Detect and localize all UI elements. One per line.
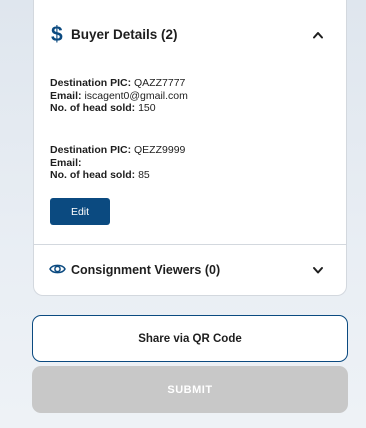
- destination-pic-value: QAZZ7777: [134, 77, 186, 89]
- consignment-viewers-title: Consignment Viewers (0): [71, 263, 221, 277]
- consignment-details-card: $ Buyer Details (2) Destination PIC: QAZ…: [33, 0, 347, 296]
- destination-pic-row: Destination PIC: QAZZ7777: [50, 77, 186, 89]
- consignment-viewers-header[interactable]: Consignment Viewers (0): [34, 255, 346, 285]
- dollar-icon: $: [51, 23, 63, 46]
- section-divider: [34, 244, 346, 245]
- eye-icon: [49, 264, 66, 274]
- submit-button[interactable]: SUBMIT: [32, 366, 348, 413]
- head-sold-row: No. of head sold: 150: [50, 102, 156, 114]
- chevron-down-icon[interactable]: [312, 264, 324, 276]
- buyer-details-header[interactable]: $ Buyer Details (2): [34, 20, 346, 50]
- share-qr-code-button[interactable]: Share via QR Code: [32, 315, 348, 362]
- destination-pic-value: QEZZ9999: [134, 144, 186, 156]
- email-row: Email:: [50, 156, 82, 169]
- buyer-entry: Destination PIC: QEZZ9999 Email: No. of …: [50, 144, 185, 182]
- email-value: iscagent0@gmail.com: [84, 89, 188, 102]
- head-sold-row: No. of head sold: 85: [50, 169, 150, 181]
- buyer-entry: Destination PIC: QAZZ7777 Email: iscagen…: [50, 77, 188, 115]
- chevron-up-icon[interactable]: [312, 29, 324, 41]
- head-sold-value: 150: [138, 102, 156, 114]
- head-sold-value: 85: [138, 169, 150, 181]
- email-row: Email: iscagent0@gmail.com: [50, 89, 188, 102]
- edit-button[interactable]: Edit: [50, 198, 110, 225]
- destination-pic-row: Destination PIC: QEZZ9999: [50, 144, 186, 156]
- buyer-details-title: Buyer Details (2): [71, 27, 178, 42]
